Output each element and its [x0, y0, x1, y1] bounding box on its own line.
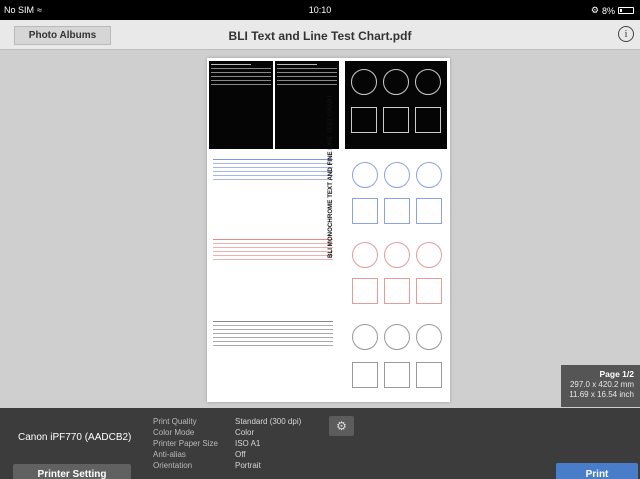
target-ring	[351, 69, 377, 95]
target-ring	[415, 69, 441, 95]
target-ring	[416, 162, 442, 188]
target-ring	[416, 324, 442, 350]
setting-row: Print Quality Standard (300 dpi)	[153, 416, 353, 427]
battery-info: ⚙ 8%	[591, 5, 634, 16]
gear-icon[interactable]: ⚙	[329, 416, 354, 436]
red-text-block	[211, 236, 335, 308]
setting-row: Anti-alias Off	[153, 449, 353, 460]
cross-box	[383, 107, 409, 133]
setting-label: Print Quality	[153, 417, 197, 426]
blue-line-targets	[350, 158, 448, 230]
printer-setting-button[interactable]: Printer Setting	[13, 464, 131, 479]
blue-text-block	[211, 156, 335, 228]
cross-box	[384, 278, 410, 304]
document-title: BLI Text and Line Test Chart.pdf	[228, 29, 412, 43]
setting-value: ISO A1	[235, 439, 261, 448]
battery-icon	[618, 7, 634, 14]
setting-value: Standard (300 dpi)	[235, 417, 302, 426]
cross-box	[352, 198, 378, 224]
black-text-block	[211, 318, 335, 398]
status-bar: No SIM ≈ 10:10 ⚙ 8%	[0, 0, 640, 20]
setting-label: Color Mode	[153, 428, 195, 437]
clock: 10:10	[308, 5, 332, 15]
chart-heading: BLI MONOCHROME TEXT AND FINE LINE TEST C…	[327, 94, 334, 258]
cross-box	[351, 107, 377, 133]
black-text-block	[209, 61, 273, 149]
black-line-targets	[345, 61, 447, 149]
document-preview[interactable]: BLI MONOCHROME TEXT AND FINE LINE TEST C…	[207, 58, 450, 402]
cross-box	[384, 362, 410, 388]
cross-box	[416, 278, 442, 304]
cross-box	[384, 198, 410, 224]
printer-name[interactable]: Canon iPF770 (AADCB2)	[18, 432, 131, 443]
cross-box	[415, 107, 441, 133]
target-ring	[384, 162, 410, 188]
target-ring	[384, 324, 410, 350]
setting-label: Orientation	[153, 461, 193, 470]
rotation-lock-icon: ⚙	[590, 5, 599, 15]
cross-box	[352, 362, 378, 388]
cross-box	[416, 198, 442, 224]
setting-value: Off	[235, 450, 246, 459]
target-ring	[383, 69, 409, 95]
setting-row: Orientation Portrait	[153, 460, 353, 471]
target-ring	[352, 242, 378, 268]
target-ring	[352, 324, 378, 350]
info-icon[interactable]: i	[618, 26, 634, 42]
page-info-badge: Page 1/2 297.0 x 420.2 mm 11.69 x 16.54 …	[561, 365, 640, 407]
setting-row: Printer Paper Size ISO A1	[153, 438, 353, 449]
setting-value: Color	[235, 428, 255, 437]
battery-percent: 8%	[601, 5, 615, 16]
target-ring	[384, 242, 410, 268]
print-settings-list: Print Quality Standard (300 dpi) Color Mo…	[153, 416, 353, 471]
cross-box	[352, 278, 378, 304]
setting-label: Anti-alias	[153, 450, 186, 459]
target-ring	[352, 162, 378, 188]
target-ring	[416, 242, 442, 268]
setting-row: Color Mode Color	[153, 427, 353, 438]
black-line-targets	[350, 320, 448, 396]
print-button[interactable]: Print	[556, 463, 638, 479]
setting-label: Printer Paper Size	[153, 439, 218, 448]
setting-value: Portrait	[235, 461, 261, 470]
red-line-targets	[350, 238, 448, 310]
page-size-inch: 11.69 x 16.54 inch	[569, 390, 634, 399]
page-size-mm: 297.0 x 420.2 mm	[569, 380, 634, 389]
cross-box	[416, 362, 442, 388]
navigation-bar: Photo Albums BLI Text and Line Test Char…	[0, 20, 640, 50]
print-panel: Canon iPF770 (AADCB2) Printer Setting Pr…	[0, 408, 640, 479]
page-number: Page 1/2	[599, 369, 635, 379]
